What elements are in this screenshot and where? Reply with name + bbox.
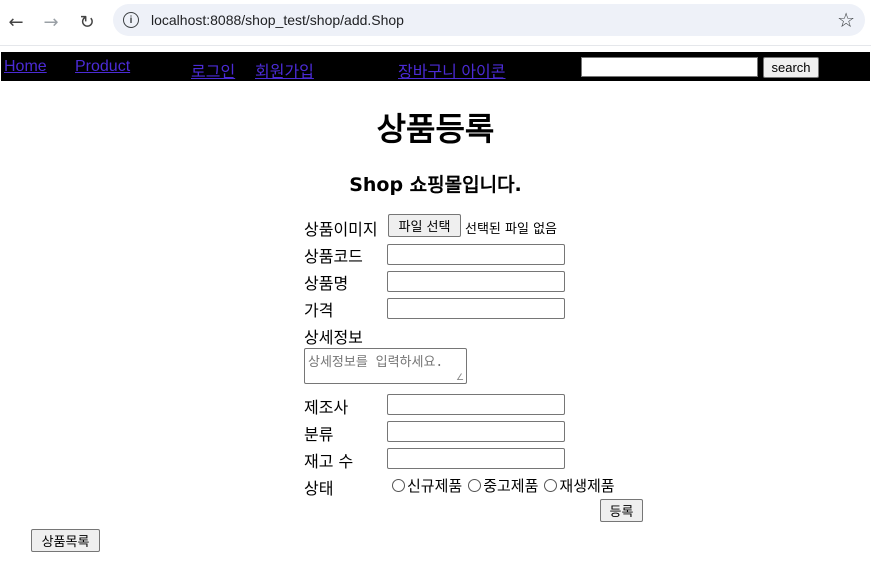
radio-used[interactable] xyxy=(468,478,482,492)
top-navbar: Home Product 로그인 회원가입 장바구니 아이콘 search xyxy=(1,52,870,81)
page-subtitle: Shop 쇼핑몰입니다. xyxy=(349,174,522,196)
detail-label: 상세정보 xyxy=(304,328,363,347)
search-button[interactable]: search xyxy=(763,57,819,78)
category-input[interactable] xyxy=(387,421,565,442)
maker-input[interactable] xyxy=(387,394,565,415)
price-input[interactable] xyxy=(387,298,565,319)
radio-new[interactable] xyxy=(392,478,405,492)
nav-link-login[interactable]: 로그인 xyxy=(191,58,235,82)
radio-label-used[interactable]: 중고제품 xyxy=(483,475,538,496)
category-label: 분류 xyxy=(304,425,334,444)
name-input[interactable] xyxy=(387,271,565,292)
site-info-icon[interactable]: i xyxy=(123,12,139,28)
url-text[interactable]: localhost:8088/shop_test/shop/add.Shop xyxy=(151,12,404,28)
condition-label: 상태 xyxy=(304,479,334,498)
nav-link-product[interactable]: Product xyxy=(75,58,130,76)
nav-link-home[interactable]: Home xyxy=(4,58,47,76)
submit-button[interactable]: 등록 xyxy=(600,499,643,522)
forward-arrow-icon[interactable]: → xyxy=(37,8,65,36)
name-label: 상품명 xyxy=(304,274,349,293)
condition-radio-group: 신규제품 중고제품 재생제품 xyxy=(392,475,621,495)
radio-label-refurbished[interactable]: 재생제품 xyxy=(559,475,614,496)
stock-input[interactable] xyxy=(387,448,565,469)
bookmark-star-icon[interactable]: ☆ xyxy=(837,8,855,32)
resize-grip-icon[interactable]: ∠ xyxy=(456,374,465,383)
nav-link-cart[interactable]: 장바구니 아이콘 xyxy=(398,58,506,82)
browser-toolbar: ← → ↻ i localhost:8088/shop_test/shop/ad… xyxy=(0,0,871,46)
code-input[interactable] xyxy=(387,244,565,265)
price-label: 가격 xyxy=(304,301,334,320)
file-select-button[interactable]: 파일 선택 xyxy=(388,214,461,237)
page-content: Home Product 로그인 회원가입 장바구니 아이콘 search 상품… xyxy=(0,46,871,575)
radio-refurbished[interactable] xyxy=(544,478,558,492)
address-bar[interactable]: i localhost:8088/shop_test/shop/add.Shop… xyxy=(113,4,865,36)
code-label: 상품코드 xyxy=(304,247,363,266)
page-title: 상품등록 xyxy=(376,110,495,148)
image-label: 상품이미지 xyxy=(304,220,378,239)
back-arrow-icon[interactable]: ← xyxy=(2,8,30,36)
detail-textarea[interactable] xyxy=(304,348,467,384)
file-status-text: 선택된 파일 없음 xyxy=(465,222,557,237)
radio-label-new[interactable]: 신규제품 xyxy=(407,475,462,496)
stock-label: 재고 수 xyxy=(304,452,354,471)
maker-label: 제조사 xyxy=(304,398,349,417)
search-input[interactable] xyxy=(581,57,758,77)
product-list-button[interactable]: 상품목록 xyxy=(31,529,100,552)
nav-link-signup[interactable]: 회원가입 xyxy=(255,58,314,82)
reload-icon[interactable]: ↻ xyxy=(73,8,101,36)
